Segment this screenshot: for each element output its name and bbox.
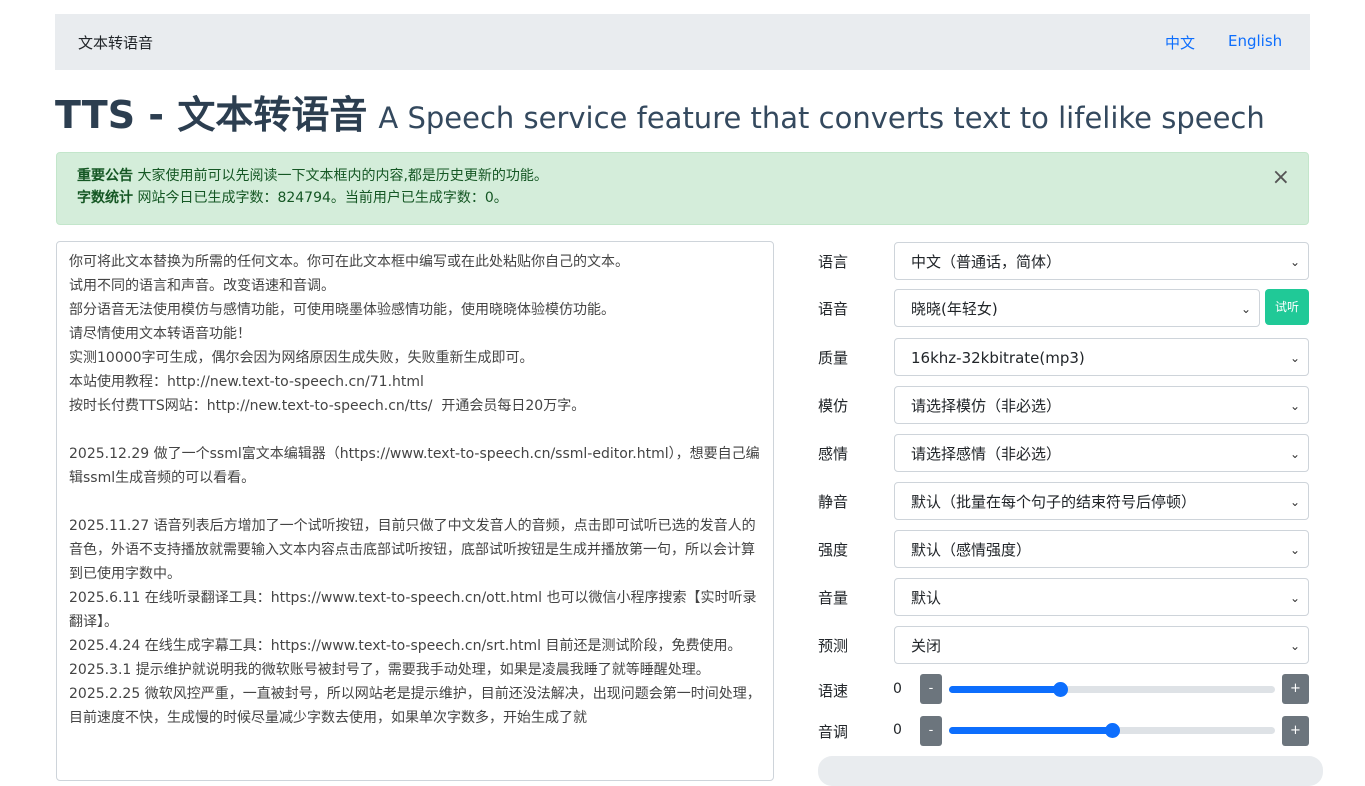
quality-select-value: 16khz-32kbitrate(mp3) — [911, 349, 1085, 367]
navbar-brand[interactable]: 文本转语音 — [78, 32, 153, 53]
predict-select[interactable]: 关闭 ⌄ — [894, 626, 1309, 664]
chevron-down-icon: ⌄ — [1289, 639, 1300, 653]
silence-select[interactable]: 默认（批量在每个句子的结束符号后停顿） ⌄ — [894, 482, 1309, 520]
notice-line-2: 字数统计 网站今日已生成字数：824794。当前用户已生成字数：0。 — [77, 187, 1288, 209]
pitch-slider-fill — [949, 727, 1112, 734]
rate-decrease-button[interactable]: - — [920, 674, 942, 704]
language-select[interactable]: 中文（普通话，简体） ⌄ — [894, 242, 1309, 280]
emotion-select-value: 请选择感情（非必选） — [911, 445, 1062, 463]
voice-select-value: 晓晓(年轻女) — [911, 300, 998, 318]
pitch-slider-thumb[interactable] — [1105, 723, 1120, 738]
volume-select-value: 默认 — [911, 589, 942, 607]
pitch-decrease-button[interactable]: - — [920, 716, 942, 746]
quality-label: 质量 — [818, 349, 849, 367]
page-title-main: TTS - 文本转语音 — [55, 93, 368, 137]
volume-label: 音量 — [818, 589, 849, 607]
chevron-down-icon: ⌄ — [1240, 302, 1251, 316]
rate-slider-fill — [949, 686, 1060, 693]
chevron-down-icon: ⌄ — [1289, 495, 1300, 509]
rate-increase-button[interactable]: + — [1282, 674, 1309, 704]
top-navbar: 文本转语音 中文 English — [55, 14, 1310, 70]
language-select-value: 中文（普通话，简体） — [911, 253, 1062, 271]
predict-select-value: 关闭 — [911, 637, 942, 655]
intensity-select[interactable]: 默认（感情强度） ⌄ — [894, 530, 1309, 568]
voice-select[interactable]: 晓晓(年轻女) ⌄ — [894, 289, 1260, 327]
chevron-down-icon: ⌄ — [1289, 351, 1300, 365]
imitate-select-value: 请选择模仿（非必选） — [911, 397, 1062, 415]
pitch-value: 0 — [893, 722, 902, 738]
pitch-increase-button[interactable]: + — [1282, 716, 1309, 746]
intensity-select-value: 默认（感情强度） — [911, 541, 1032, 559]
rate-slider-thumb[interactable] — [1052, 682, 1068, 697]
notice-line-1: 重要公告 大家使用前可以先阅读一下文本框内的内容,都是历史更新的功能。 — [77, 165, 1288, 187]
emotion-label: 感情 — [818, 445, 849, 463]
close-icon[interactable]: × — [1272, 167, 1290, 189]
predict-label: 预测 — [818, 637, 849, 655]
pitch-slider[interactable] — [949, 723, 1275, 738]
imitate-label: 模仿 — [818, 397, 849, 415]
rate-value: 0 — [893, 681, 902, 697]
chevron-down-icon: ⌄ — [1289, 255, 1300, 269]
chevron-down-icon: ⌄ — [1289, 399, 1300, 413]
chevron-down-icon: ⌄ — [1289, 543, 1300, 557]
text-input-area[interactable]: 你可将此文本替换为所需的任何文本。你可在此文本框中编写或在此处粘贴你自己的文本。… — [56, 241, 774, 781]
rate-label: 语速 — [818, 682, 849, 700]
emotion-select[interactable]: 请选择感情（非必选） ⌄ — [894, 434, 1309, 472]
notice-label-count: 字数统计 — [77, 190, 133, 206]
bottom-panel — [818, 756, 1323, 786]
notice-alert: 重要公告 大家使用前可以先阅读一下文本框内的内容,都是历史更新的功能。 字数统计… — [56, 152, 1309, 225]
notice-label-important: 重要公告 — [77, 168, 133, 184]
quality-select[interactable]: 16khz-32kbitrate(mp3) ⌄ — [894, 338, 1309, 376]
chevron-down-icon: ⌄ — [1289, 591, 1300, 605]
voice-label: 语音 — [818, 300, 849, 318]
intensity-label: 强度 — [818, 541, 849, 559]
nav-link-chinese[interactable]: 中文 — [1165, 32, 1195, 53]
rate-slider[interactable] — [949, 682, 1275, 697]
imitate-select[interactable]: 请选择模仿（非必选） ⌄ — [894, 386, 1309, 424]
notice-text-count: 网站今日已生成字数：824794。当前用户已生成字数：0。 — [137, 190, 508, 206]
pitch-label: 音调 — [818, 723, 849, 741]
language-label: 语言 — [818, 253, 849, 271]
nav-link-english[interactable]: English — [1228, 32, 1282, 50]
silence-select-value: 默认（批量在每个句子的结束符号后停顿） — [911, 493, 1197, 511]
silence-label: 静音 — [818, 493, 849, 511]
chevron-down-icon: ⌄ — [1289, 447, 1300, 461]
notice-text-important: 大家使用前可以先阅读一下文本框内的内容,都是历史更新的功能。 — [137, 168, 548, 184]
volume-select[interactable]: 默认 ⌄ — [894, 578, 1309, 616]
page-title: TTS - 文本转语音 A Speech service feature tha… — [55, 84, 1265, 139]
page-subtitle: A Speech service feature that converts t… — [378, 101, 1265, 135]
listen-button[interactable]: 试听 — [1265, 289, 1309, 325]
